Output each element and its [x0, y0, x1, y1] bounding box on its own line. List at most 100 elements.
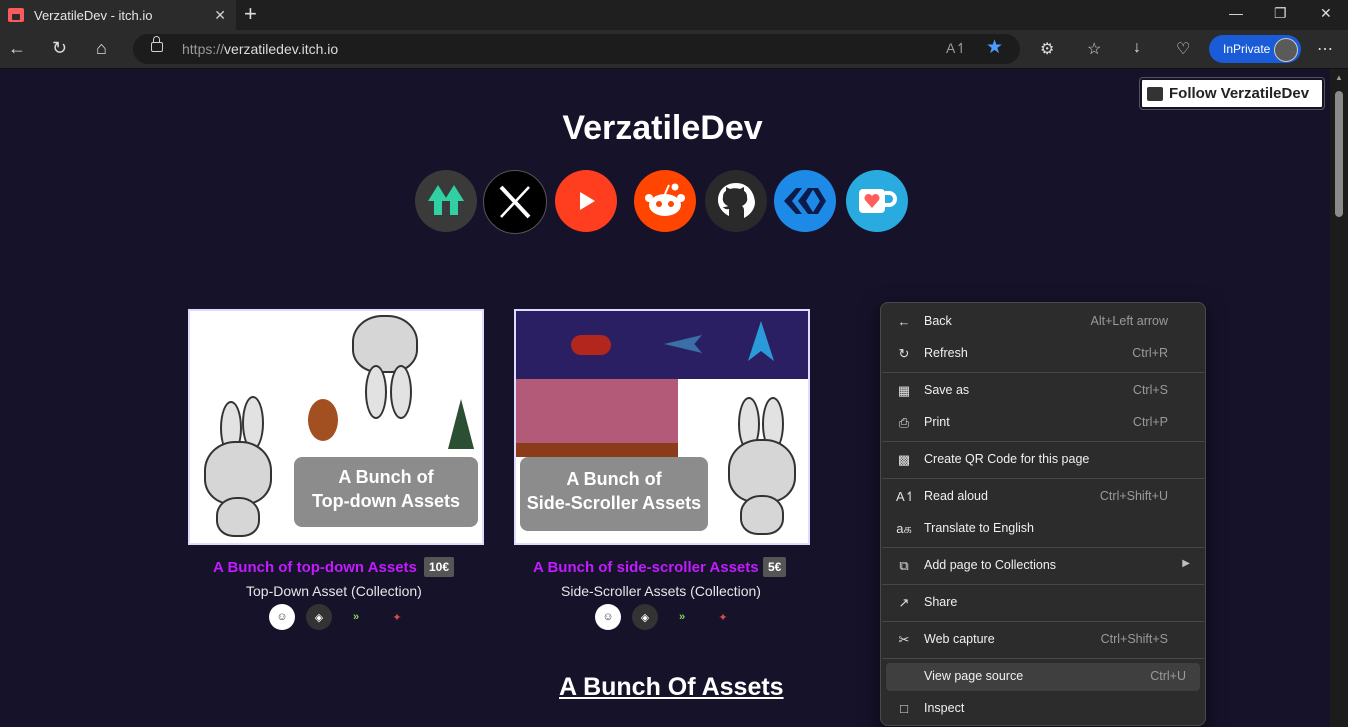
menu-item-label: Back [924, 314, 952, 328]
tree-illustration [308, 399, 338, 441]
tab-title: VerzatileDev - itch.io [34, 7, 153, 23]
menu-item-label: Create QR Code for this page [924, 452, 1090, 466]
tab-active[interactable]: VerzatileDev - itch.io ✕ [0, 0, 236, 30]
menu-item-label: Translate to English [924, 521, 1035, 535]
menu-item-label: Print [924, 415, 950, 429]
menu-item-back[interactable]: ← Back Alt+Left arrow [886, 308, 1200, 336]
new-tab-icon[interactable]: + [244, 3, 257, 25]
price-badge: 5€ [763, 557, 787, 577]
game-title-link[interactable]: A Bunch of side-scroller Assets [533, 559, 759, 576]
menu-item-save-as[interactable]: ▦ Save as Ctrl+S [886, 377, 1200, 405]
back-arrow-icon[interactable]: ← [8, 38, 26, 58]
pine-tree-illustration [448, 399, 474, 449]
unity-icon: ◈ [306, 604, 332, 630]
reddit-icon[interactable] [634, 170, 696, 232]
github-icon[interactable] [705, 170, 767, 232]
ground-tiles [516, 443, 678, 457]
scrollbar[interactable]: ▲ [1330, 69, 1348, 727]
url-host: verzatiledev.itch.io [224, 41, 339, 57]
menu-item-web-capture[interactable]: ✂ Web capture Ctrl+Shift+S [886, 626, 1200, 654]
collections-icon: ⧉ [899, 558, 909, 573]
youtube-icon[interactable] [555, 170, 617, 232]
game-card-thumbnail[interactable]: A Bunch of Top-down Assets [188, 309, 484, 545]
menu-item-shortcut: Ctrl+P [1132, 415, 1168, 429]
read-aloud-icon[interactable]: A↿ [946, 40, 967, 57]
browser-toolbar: ← ↻ ⌂ https://verzatiledev.itch.io A↿ ★ … [0, 30, 1348, 69]
downloads-icon[interactable]: ↓ [1133, 39, 1141, 57]
itchio-favicon-icon [8, 8, 24, 22]
follow-label: Follow VerzatileDev [1169, 85, 1310, 102]
favorites-icon[interactable]: ☆ [1087, 39, 1101, 59]
thumbnail-label-line1: A Bunch of [338, 467, 434, 487]
menu-item-shortcut: Ctrl+U [1150, 669, 1186, 683]
save-icon: ▦ [897, 383, 911, 398]
rpgmaker-icon: ✦ [718, 611, 728, 624]
refresh-icon[interactable]: ↻ [52, 38, 67, 58]
context-menu: ← Back Alt+Left arrow ↻ Refresh Ctrl+R ▦… [880, 302, 1206, 726]
menu-item-view-source[interactable]: View page source Ctrl+U [886, 663, 1200, 691]
browser-essentials-icon[interactable]: ♡ [1176, 39, 1190, 59]
menu-item-shortcut: Ctrl+Shift+S [1100, 632, 1168, 646]
x-twitter-icon[interactable] [483, 170, 547, 234]
thumbnail-label: A Bunch of Top-down Assets [294, 457, 478, 527]
thumbnail-label-line2: Side-Scroller Assets [526, 493, 702, 513]
menu-item-collections[interactable]: ⧉ Add page to Collections ▶ [886, 552, 1200, 580]
social-arrows-icon[interactable] [415, 170, 477, 232]
address-bar[interactable]: https://verzatiledev.itch.io A↿ ★ [133, 34, 1020, 64]
bunny-ear [365, 365, 387, 419]
scroll-up-icon[interactable]: ▲ [1335, 73, 1343, 82]
follow-button[interactable]: Follow VerzatileDev [1140, 78, 1324, 109]
menu-item-shortcut: Ctrl+R [1132, 346, 1168, 360]
thumbnail-label: A Bunch of Side-Scroller Assets [520, 457, 708, 531]
tab-strip: VerzatileDev - itch.io ✕ + — ❐ ✕ [0, 0, 1348, 30]
share-icon: ↗ [898, 595, 910, 610]
price-badge: 10€ [424, 557, 455, 577]
gamemaker-icon: » [352, 611, 360, 623]
bunny-illustration [352, 315, 418, 373]
menu-divider [882, 547, 1204, 548]
menu-item-print[interactable]: ⎙ Print Ctrl+P [886, 409, 1200, 437]
url-text[interactable]: https://verzatiledev.itch.io [182, 41, 338, 57]
menu-item-label: Save as [924, 383, 970, 397]
thumbnail-label-line1: A Bunch of [566, 469, 662, 489]
arrow-left-icon: ← [897, 314, 911, 329]
menu-item-read-aloud[interactable]: A↿ Read aloud Ctrl+Shift+U [886, 483, 1200, 511]
thumbnail-label-line2: Top-down Assets [312, 491, 460, 511]
menu-item-label: Refresh [924, 346, 968, 360]
minimize-icon[interactable]: — [1229, 5, 1243, 21]
favorite-star-icon[interactable]: ★ [986, 36, 1003, 59]
kofi-icon[interactable] [846, 170, 908, 232]
menu-item-label: View page source [924, 669, 1024, 683]
extensions-icon[interactable]: ⚙ [1040, 39, 1054, 59]
menu-item-translate[interactable]: aக Translate to English [886, 515, 1200, 543]
menu-item-refresh[interactable]: ↻ Refresh Ctrl+R [886, 340, 1200, 368]
menu-divider [882, 584, 1204, 585]
qr-icon: ▩ [897, 452, 911, 467]
bunny-body [740, 495, 784, 535]
lock-icon[interactable] [151, 36, 163, 52]
bunny-ear [390, 365, 412, 419]
godot-icon: ☺ [269, 604, 295, 630]
menu-item-label: Share [924, 595, 958, 609]
menu-item-inspect[interactable]: □ Inspect [886, 695, 1200, 723]
menu-divider [882, 621, 1204, 622]
tab-close-icon[interactable]: ✕ [214, 7, 226, 24]
scroll-thumb[interactable] [1335, 91, 1343, 217]
close-window-icon[interactable]: ✕ [1320, 5, 1332, 22]
menu-item-share[interactable]: ↗ Share [886, 589, 1200, 617]
inprivate-badge[interactable]: InPrivate [1209, 35, 1301, 63]
menu-item-shortcut: Ctrl+Shift+U [1099, 489, 1168, 503]
menu-item-qr-code[interactable]: ▩ Create QR Code for this page [886, 446, 1200, 474]
rpgmaker-icon: ✦ [392, 611, 402, 624]
game-card-thumbnail[interactable]: A Bunch of Side-Scroller Assets [514, 309, 810, 545]
spaceship-illustration [571, 335, 611, 355]
read-aloud-icon: A↿ [896, 489, 916, 504]
game-subtitle: Side-Scroller Assets (Collection) [561, 583, 761, 599]
game-title-link[interactable]: A Bunch of top-down Assets [213, 559, 417, 576]
home-icon[interactable]: ⌂ [96, 38, 107, 58]
more-menu-icon[interactable]: ⋯ [1317, 39, 1333, 59]
kx-logo-icon[interactable] [774, 170, 836, 232]
refresh-icon: ↻ [898, 346, 910, 361]
restore-icon[interactable]: ❐ [1274, 5, 1287, 22]
itchio-logo-icon [1147, 86, 1163, 101]
